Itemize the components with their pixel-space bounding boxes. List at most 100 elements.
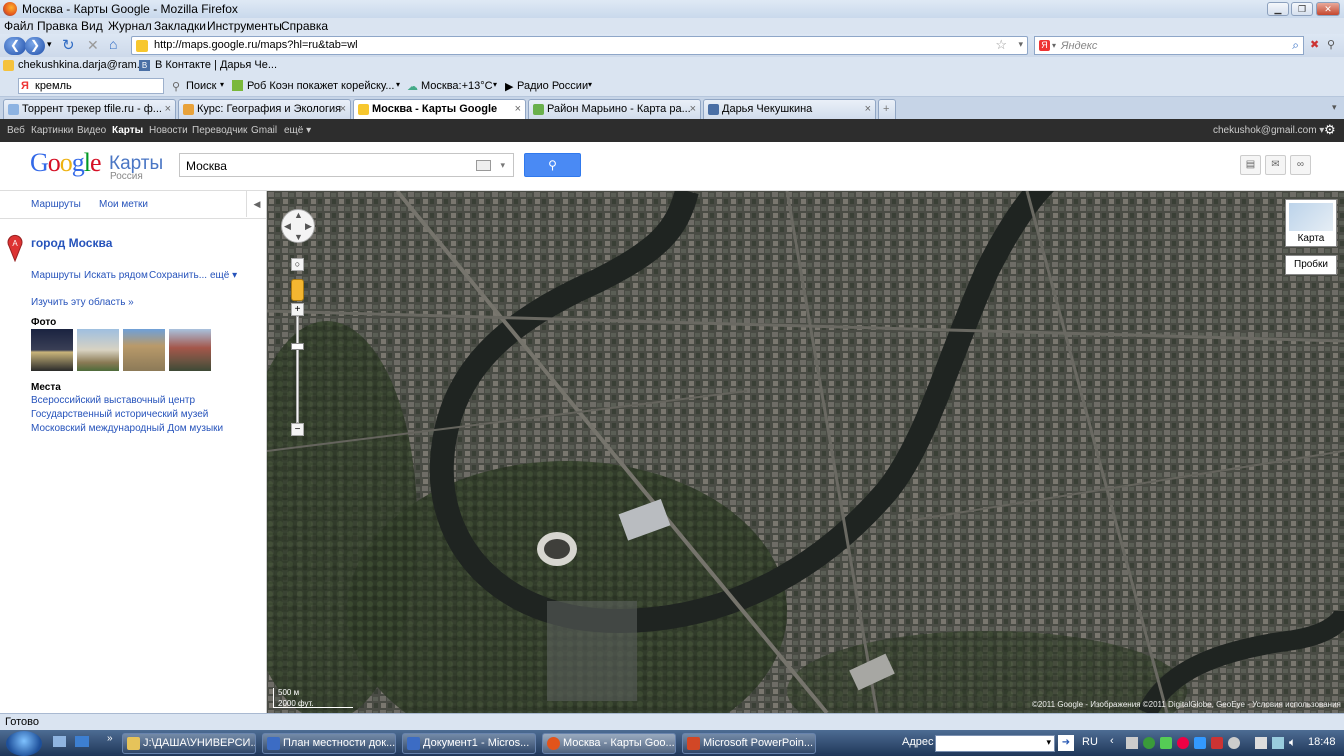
address-dropdown-icon[interactable]: ▾ bbox=[1046, 737, 1051, 748]
pan-left-icon[interactable]: ◀ bbox=[284, 221, 291, 232]
zoom-in-button[interactable]: + bbox=[291, 303, 304, 316]
play-icon[interactable]: ▶ bbox=[505, 80, 513, 93]
explore-area-link[interactable]: Изучить эту область » bbox=[31, 297, 134, 308]
menu-tools[interactable]: Инструменты bbox=[207, 19, 282, 33]
gbar-link-video[interactable]: Видео bbox=[77, 125, 106, 136]
tray-expand-icon[interactable]: ‹ bbox=[1110, 735, 1114, 747]
search-icon[interactable]: ⌕ bbox=[1292, 38, 1299, 53]
map-canvas[interactable]: ▲ ◀ ▶ ▼ ○ + − Карта Пробки 500 м 2000 фу… bbox=[267, 191, 1344, 713]
bluetooth-icon[interactable] bbox=[1194, 737, 1206, 749]
go-arrow-icon[interactable]: ➜ bbox=[1058, 735, 1074, 751]
maps-search-input[interactable]: Москва ▾ bbox=[179, 153, 514, 177]
menu-view[interactable]: Вид bbox=[81, 19, 103, 33]
menu-file[interactable]: Файл bbox=[4, 19, 34, 33]
taskbar-address-input[interactable]: ▾ bbox=[935, 735, 1055, 752]
search-engine-box[interactable]: Я ▾ Яндекс ⌕ bbox=[1034, 36, 1304, 55]
place-link[interactable]: Государственный исторический музей bbox=[31, 409, 208, 420]
tray-icon[interactable] bbox=[1160, 737, 1172, 749]
action-save[interactable]: Сохранить... bbox=[149, 270, 207, 281]
addon-icon[interactable]: ✖ bbox=[1310, 38, 1319, 51]
network-icon[interactable] bbox=[1272, 737, 1284, 749]
tab-close-icon[interactable]: × bbox=[165, 103, 171, 115]
engine-dropdown-icon[interactable]: ▾ bbox=[1052, 41, 1056, 50]
bookmark-vk[interactable]: В Контакте | Дарья Че... bbox=[155, 59, 277, 71]
gbar-link-news[interactable]: Новости bbox=[149, 125, 188, 136]
taskbar-item[interactable]: Microsoft PowerPoin... bbox=[682, 733, 816, 754]
history-dropdown-icon[interactable]: ▾ bbox=[47, 39, 52, 50]
gbar-link-translate[interactable]: Переводчик bbox=[192, 125, 247, 136]
tray-icon[interactable] bbox=[1255, 737, 1267, 749]
photo-thumbnail[interactable] bbox=[31, 329, 73, 371]
zoom-slider-track[interactable] bbox=[296, 316, 299, 423]
weather-text[interactable]: Москва:+13°C bbox=[421, 80, 493, 92]
addon-icon[interactable]: ⚲ bbox=[1327, 38, 1335, 51]
tab-close-icon[interactable]: × bbox=[690, 103, 696, 115]
keyboard-dropdown-icon[interactable]: ▾ bbox=[500, 160, 505, 171]
taskbar-item[interactable]: J:\ДАША\УНИВЕРСИ... bbox=[122, 733, 256, 754]
photo-thumbnail[interactable] bbox=[123, 329, 165, 371]
reload-icon[interactable]: ↻ bbox=[62, 36, 75, 54]
close-button[interactable]: ✕ bbox=[1316, 2, 1340, 16]
language-indicator[interactable]: RU bbox=[1082, 736, 1098, 748]
url-dropdown-icon[interactable]: ▾ bbox=[1018, 39, 1023, 50]
menu-help[interactable]: Справка bbox=[281, 19, 328, 33]
tab-tfile[interactable]: Торрент трекер tfile.ru - ф... × bbox=[3, 99, 176, 119]
action-more[interactable]: ещё ▾ bbox=[210, 270, 237, 281]
yandex-search-input[interactable]: Я кремль bbox=[18, 78, 164, 94]
minimize-button[interactable]: ▁ bbox=[1267, 2, 1289, 16]
pan-control[interactable]: ▲ ◀ ▶ ▼ bbox=[281, 209, 315, 243]
menu-bookmarks[interactable]: Закладки bbox=[154, 19, 206, 33]
tab-close-icon[interactable]: × bbox=[865, 103, 871, 115]
photo-thumbnail[interactable] bbox=[169, 329, 211, 371]
tab-list-icon[interactable]: ▾ bbox=[1332, 102, 1337, 113]
show-desktop-icon[interactable] bbox=[53, 736, 66, 747]
rss-headline[interactable]: Роб Коэн покажет корейску... bbox=[247, 80, 395, 92]
tray-icon[interactable] bbox=[1211, 737, 1223, 749]
tab-close-icon[interactable]: × bbox=[340, 103, 346, 115]
zoom-slider-handle[interactable] bbox=[291, 343, 304, 350]
gbar-link-gmail[interactable]: Gmail bbox=[251, 125, 277, 136]
tray-icon[interactable] bbox=[1126, 737, 1138, 749]
photo-thumbnail[interactable] bbox=[77, 329, 119, 371]
clock[interactable]: 18:48 bbox=[1308, 736, 1336, 748]
search-button[interactable]: ⚲ bbox=[524, 153, 581, 177]
forward-button[interactable]: ❯ bbox=[25, 37, 45, 55]
yandex-engine-icon[interactable]: Я bbox=[1039, 40, 1050, 51]
pan-up-icon[interactable]: ▲ bbox=[294, 210, 303, 220]
window-titlebar[interactable]: Москва - Карты Google - Mozilla Firefox … bbox=[0, 0, 1344, 18]
home-icon[interactable]: ⌂ bbox=[109, 36, 117, 52]
gbar-link-more[interactable]: ещё ▾ bbox=[284, 125, 311, 136]
tab-google-maps[interactable]: Москва - Карты Google × bbox=[353, 99, 526, 119]
gbar-link-maps[interactable]: Карты bbox=[112, 125, 143, 136]
google-logo[interactable]: Google bbox=[30, 148, 102, 178]
traffic-button[interactable]: Пробки bbox=[1285, 255, 1337, 275]
gear-icon[interactable]: ⚙ bbox=[1324, 122, 1336, 138]
menu-edit[interactable]: Правка bbox=[37, 19, 78, 33]
account-email[interactable]: chekushok@gmail.com ▾ bbox=[1213, 125, 1324, 136]
collapse-sidebar-icon[interactable]: ◀ bbox=[246, 191, 267, 217]
pegman-icon[interactable] bbox=[291, 279, 304, 301]
bookmark-star-icon[interactable]: ☆ bbox=[995, 37, 1007, 53]
my-places-link[interactable]: Мои метки bbox=[99, 199, 148, 210]
place-title[interactable]: город Москва bbox=[31, 236, 112, 250]
reset-view-icon[interactable]: ○ bbox=[291, 258, 304, 271]
print-icon[interactable]: ▤ bbox=[1240, 155, 1261, 175]
directions-link[interactable]: Маршруты bbox=[31, 199, 81, 210]
pan-right-icon[interactable]: ▶ bbox=[305, 221, 312, 232]
tab-vk[interactable]: Дарья Чекушкина × bbox=[703, 99, 876, 119]
radio-text[interactable]: Радио России bbox=[517, 80, 588, 92]
quicklaunch-more-icon[interactable]: » bbox=[107, 733, 113, 744]
start-button[interactable] bbox=[6, 731, 42, 756]
rss-dropdown-icon[interactable]: ▾ bbox=[396, 80, 400, 89]
menu-history[interactable]: Журнал bbox=[108, 19, 152, 33]
placemark-icon[interactable]: A bbox=[7, 234, 23, 262]
stop-icon[interactable]: ✕ bbox=[87, 37, 99, 54]
maximize-button[interactable]: ❐ bbox=[1291, 2, 1313, 16]
quicklaunch-icon[interactable] bbox=[75, 736, 89, 747]
tray-icon[interactable] bbox=[1228, 737, 1240, 749]
radio-dropdown-icon[interactable]: ▾ bbox=[588, 80, 592, 89]
yandex-search-button[interactable]: Поиск bbox=[186, 80, 216, 92]
map-layer-button[interactable]: Карта bbox=[1285, 199, 1337, 247]
gbar-link-images[interactable]: Картинки bbox=[31, 125, 73, 136]
weather-dropdown-icon[interactable]: ▾ bbox=[493, 80, 497, 89]
